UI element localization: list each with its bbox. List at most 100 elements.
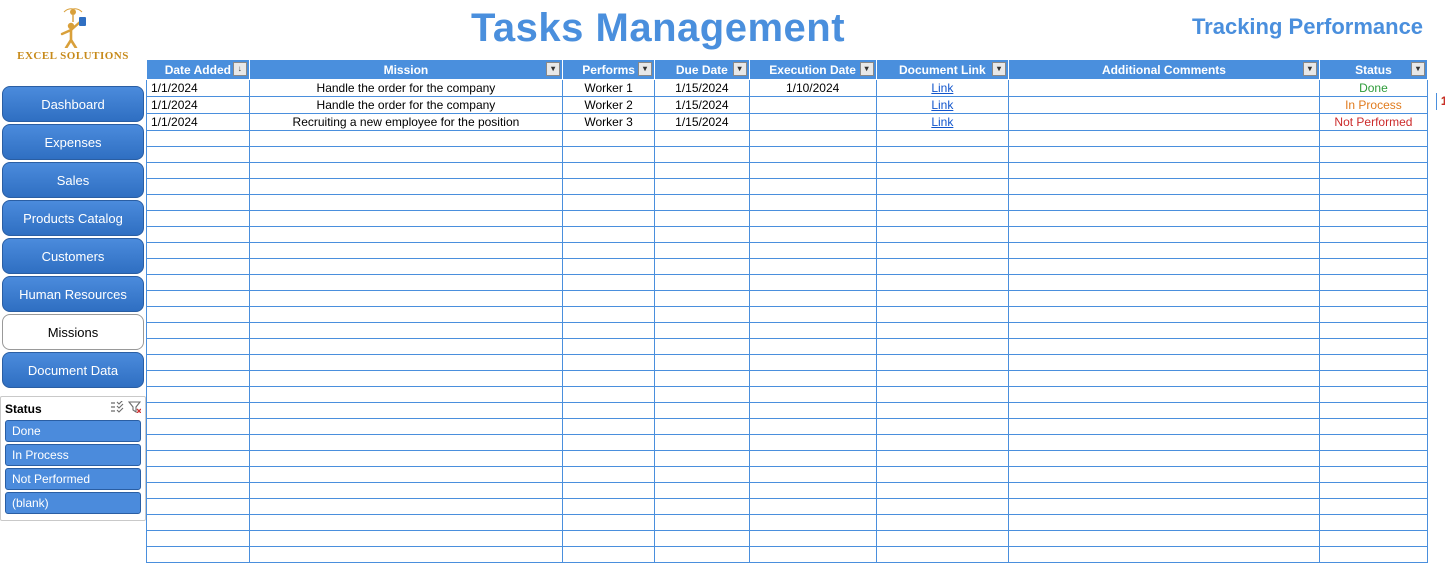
table-row-empty[interactable] xyxy=(147,531,1428,547)
cell-date-added[interactable]: 1/1/2024 xyxy=(147,114,250,131)
col-execution-date[interactable]: Execution Date ▾ xyxy=(749,60,876,80)
sort-dropdown-icon[interactable]: ↓ xyxy=(233,62,247,76)
table-row-empty[interactable] xyxy=(147,483,1428,499)
table-row-empty[interactable] xyxy=(147,131,1428,147)
table-row-empty[interactable] xyxy=(147,211,1428,227)
nav-human-resources[interactable]: Human Resources xyxy=(2,276,144,312)
col-performs[interactable]: Performs▾ xyxy=(563,60,655,80)
table-row-empty[interactable] xyxy=(147,467,1428,483)
table-row-empty[interactable] xyxy=(147,419,1428,435)
table-row[interactable]: 1/1/2024Handle the order for the company… xyxy=(147,97,1428,114)
table-row-empty[interactable] xyxy=(147,403,1428,419)
nav-document-data[interactable]: Document Data xyxy=(2,352,144,388)
cell-execution-date[interactable] xyxy=(749,97,876,114)
cell-due-date[interactable]: 1/15/2024 xyxy=(655,97,750,114)
filter-dropdown-icon[interactable]: ▾ xyxy=(992,62,1006,76)
sidebar: EXCEL SOLUTIONS DashboardExpensesSalesPr… xyxy=(0,0,146,531)
filter-dropdown-icon[interactable]: ▾ xyxy=(638,62,652,76)
col-due-date[interactable]: Due Date▾ xyxy=(655,60,750,80)
table-row-empty[interactable] xyxy=(147,195,1428,211)
slicer-item-3[interactable]: (blank) xyxy=(5,492,141,514)
table-row-empty[interactable] xyxy=(147,227,1428,243)
col-additional-comments-label: Additional Comments xyxy=(1102,63,1226,77)
status-slicer: Status DoneIn ProcessNot Performed(blank… xyxy=(0,396,146,521)
nav-dashboard[interactable]: Dashboard xyxy=(2,86,144,122)
table-row-empty[interactable] xyxy=(147,307,1428,323)
table-row-empty[interactable] xyxy=(147,275,1428,291)
table-row-empty[interactable] xyxy=(147,451,1428,467)
table-row[interactable]: 1/1/2024Recruiting a new employee for th… xyxy=(147,114,1428,131)
filter-dropdown-icon[interactable]: ▾ xyxy=(546,62,560,76)
table-row-empty[interactable] xyxy=(147,547,1428,563)
tracking-table-wrap: Done In Process Not Performed 1 1 1 xyxy=(1436,59,1445,563)
table-row-empty[interactable] xyxy=(147,163,1428,179)
table-row-empty[interactable] xyxy=(147,435,1428,451)
cell-execution-date[interactable] xyxy=(749,114,876,131)
cell-date-added[interactable]: 1/1/2024 xyxy=(147,97,250,114)
cell-status[interactable]: Not Performed xyxy=(1319,114,1427,131)
main-area: Tasks Management Tracking Performance Da… xyxy=(146,0,1445,531)
col-additional-comments[interactable]: Additional Comments ▾ xyxy=(1009,60,1320,80)
table-row-empty[interactable] xyxy=(147,371,1428,387)
cell-comments[interactable] xyxy=(1009,80,1320,97)
filter-dropdown-icon[interactable]: ▾ xyxy=(1303,62,1317,76)
multi-select-icon[interactable] xyxy=(110,401,124,416)
table-row-empty[interactable] xyxy=(147,243,1428,259)
col-document-link[interactable]: Document Link▾ xyxy=(876,60,1008,80)
cell-status[interactable]: In Process xyxy=(1319,97,1427,114)
table-row[interactable]: 1/1/2024Handle the order for the company… xyxy=(147,80,1428,97)
cell-document-link[interactable]: Link xyxy=(876,97,1008,114)
table-row-empty[interactable] xyxy=(147,259,1428,275)
table-row-empty[interactable] xyxy=(147,339,1428,355)
slicer-item-0[interactable]: Done xyxy=(5,420,141,442)
cell-mission[interactable]: Handle the order for the company xyxy=(249,97,562,114)
table-row-empty[interactable] xyxy=(147,147,1428,163)
slicer-header: Status xyxy=(5,401,141,416)
cell-comments[interactable] xyxy=(1009,114,1320,131)
tasks-table: Date Added↓ Mission▾ Performs▾ Due Date▾… xyxy=(146,59,1428,563)
col-execution-date-label: Execution Date xyxy=(769,63,856,77)
cell-performs[interactable]: Worker 3 xyxy=(563,114,655,131)
table-row-empty[interactable] xyxy=(147,387,1428,403)
col-status[interactable]: Status▾ xyxy=(1319,60,1427,80)
cell-performs[interactable]: Worker 2 xyxy=(563,97,655,114)
cell-date-added[interactable]: 1/1/2024 xyxy=(147,80,250,97)
slicer-item-2[interactable]: Not Performed xyxy=(5,468,141,490)
slicer-items: DoneIn ProcessNot Performed(blank) xyxy=(5,420,141,514)
tracking-title: Tracking Performance xyxy=(1170,0,1445,59)
content-row: Date Added↓ Mission▾ Performs▾ Due Date▾… xyxy=(146,59,1445,563)
table-row-empty[interactable] xyxy=(147,179,1428,195)
table-row-empty[interactable] xyxy=(147,291,1428,307)
nav-sales[interactable]: Sales xyxy=(2,162,144,198)
nav-expenses[interactable]: Expenses xyxy=(2,124,144,160)
filter-dropdown-icon[interactable]: ▾ xyxy=(1411,62,1425,76)
col-mission[interactable]: Mission ▾ xyxy=(249,60,562,80)
nav-missions[interactable]: Missions xyxy=(2,314,144,350)
table-row-empty[interactable] xyxy=(147,323,1428,339)
cell-status[interactable]: Done xyxy=(1319,80,1427,97)
cell-due-date[interactable]: 1/15/2024 xyxy=(655,114,750,131)
col-performs-label: Performs xyxy=(582,63,635,77)
col-date-added[interactable]: Date Added↓ xyxy=(147,60,250,80)
slicer-item-1[interactable]: In Process xyxy=(5,444,141,466)
col-mission-label: Mission xyxy=(384,63,429,77)
table-row-empty[interactable] xyxy=(147,499,1428,515)
cell-due-date[interactable]: 1/15/2024 xyxy=(655,80,750,97)
cell-performs[interactable]: Worker 1 xyxy=(563,80,655,97)
cell-execution-date[interactable]: 1/10/2024 xyxy=(749,80,876,97)
slicer-title: Status xyxy=(5,402,42,416)
cell-document-link[interactable]: Link xyxy=(876,114,1008,131)
cell-mission[interactable]: Handle the order for the company xyxy=(249,80,562,97)
cell-mission[interactable]: Recruiting a new employee for the positi… xyxy=(249,114,562,131)
table-row-empty[interactable] xyxy=(147,515,1428,531)
logo: EXCEL SOLUTIONS xyxy=(0,0,146,84)
cell-comments[interactable] xyxy=(1009,97,1320,114)
filter-dropdown-icon[interactable]: ▾ xyxy=(733,62,747,76)
table-row-empty[interactable] xyxy=(147,355,1428,371)
nav-products-catalog[interactable]: Products Catalog xyxy=(2,200,144,236)
title-row: Tasks Management Tracking Performance xyxy=(146,0,1445,59)
cell-document-link[interactable]: Link xyxy=(876,80,1008,97)
nav-customers[interactable]: Customers xyxy=(2,238,144,274)
filter-dropdown-icon[interactable]: ▾ xyxy=(860,62,874,76)
clear-filter-icon[interactable] xyxy=(128,401,141,416)
